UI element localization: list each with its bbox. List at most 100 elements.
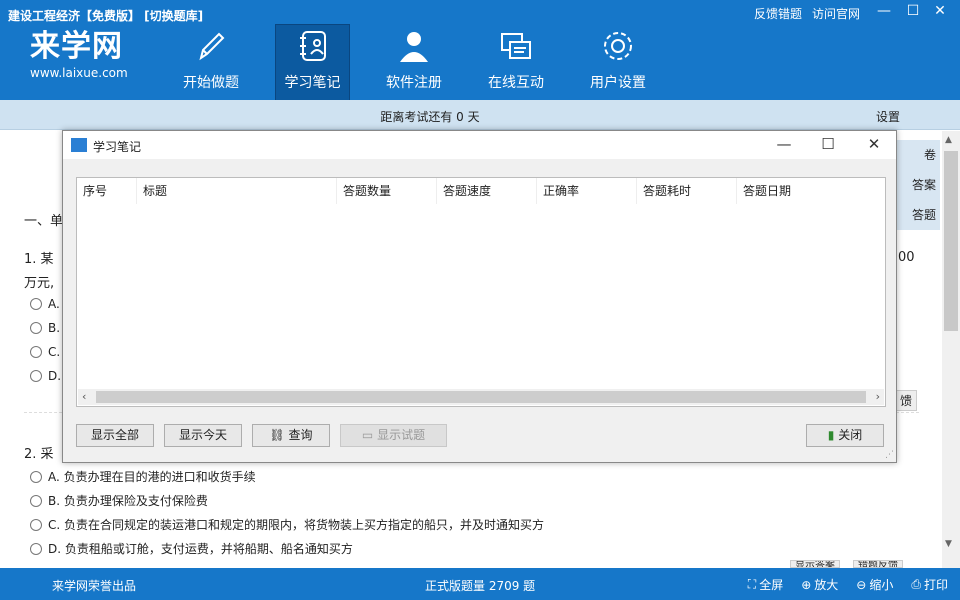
radio-icon[interactable] (30, 518, 42, 531)
horizontal-scrollbar[interactable]: ‹ › (78, 389, 884, 405)
chat-icon (501, 33, 531, 59)
user-icon (400, 32, 428, 62)
column-header-count[interactable]: 答题数量 (337, 178, 437, 204)
error-feedback-button[interactable]: 错题反馈 (853, 560, 903, 568)
question-1-option-d[interactable]: D. (30, 369, 61, 383)
question-2-option-a[interactable]: A. 负责办理在目的港的进口和收货手续 (30, 468, 256, 485)
app-header: 建设工程经济【免费版】 [切换题库] 反馈错题 访问官网 — ☐ ✕ 来学网 w… (0, 0, 960, 100)
document-icon: ▭ (361, 428, 374, 442)
vertical-scrollbar[interactable]: ▲ ▼ (942, 131, 960, 568)
column-header-time-spent[interactable]: 答题耗时 (637, 178, 737, 204)
fullscreen-icon: ⛶ (747, 577, 757, 591)
question-2-option-b[interactable]: B. 负责办理保险及支付保险费 (30, 492, 208, 509)
nav-label: 用户设置 (590, 75, 646, 91)
feedback-link[interactable]: 反馈错题 (754, 5, 802, 22)
close-dialog-button[interactable]: ▮ 关闭 (806, 424, 884, 447)
pencil-icon (199, 32, 225, 61)
question-1-option-b[interactable]: B. (30, 321, 60, 335)
question-count: 正式版题量 2709 题 (425, 579, 536, 593)
notes-app-icon (71, 138, 87, 152)
column-header-index[interactable]: 序号 (77, 178, 137, 204)
side-tab-answer[interactable]: 答案 (895, 170, 940, 200)
question-1-option-c[interactable]: C. (30, 345, 60, 359)
nav-label: 软件注册 (386, 75, 442, 91)
status-buttons: ⛶ 全屏 ⊕ 放大 ⊖ 缩小 ⎙ 打印 (748, 576, 948, 593)
show-today-button[interactable]: 显示今天 (164, 424, 242, 447)
nav-label: 开始做题 (183, 75, 239, 91)
zoom-in-icon: ⊕ (801, 577, 812, 592)
website-link[interactable]: 访问官网 (812, 5, 860, 22)
binoculars-icon: ⛓ (269, 428, 285, 442)
side-tab-paper[interactable]: 卷 (895, 140, 940, 170)
column-header-date[interactable]: 答题日期 (737, 178, 857, 204)
radio-icon[interactable] (30, 542, 42, 555)
scroll-down-icon[interactable]: ▼ (945, 539, 952, 549)
section-heading: 一、单 (24, 214, 64, 229)
zoom-in-button[interactable]: ⊕ 放大 (801, 576, 838, 593)
scroll-up-icon[interactable]: ▲ (945, 135, 952, 145)
question-1-option-a[interactable]: A. (30, 297, 60, 311)
radio-icon[interactable] (30, 494, 42, 507)
radio-icon[interactable] (30, 322, 42, 334)
close-button[interactable]: ✕ (930, 3, 950, 19)
settings-link[interactable]: 设置 (876, 108, 900, 125)
column-header-title[interactable]: 标题 (137, 178, 337, 204)
dialog-close-button[interactable]: ✕ (863, 135, 885, 153)
dialog-titlebar[interactable]: 学习笔记 — ☐ ✕ (63, 131, 896, 159)
question-1-stem-cont: 万元, (24, 276, 55, 291)
question-2-stem: 2. 采 (24, 447, 54, 462)
column-header-accuracy[interactable]: 正确率 (537, 178, 637, 204)
exam-countdown: 距离考试还有 0 天 (380, 110, 480, 124)
nav-label: 在线互动 (488, 75, 544, 91)
scroll-right-icon[interactable]: › (876, 390, 880, 403)
logo-sub: www.laixue.com (30, 66, 128, 80)
maximize-button[interactable]: ☐ (903, 3, 923, 19)
question-1-stem-right: 00 (898, 250, 915, 265)
brand-credit: 来学网荣誉出品 (52, 579, 137, 593)
side-tabs: 卷 答案 答题 (895, 140, 940, 230)
top-links: 反馈错题 访问官网 (754, 5, 860, 22)
logo-main: 来学网 (30, 29, 123, 64)
nav-user-settings[interactable]: 用户设置 (567, 24, 669, 100)
fullscreen-button[interactable]: ⛶ 全屏 (748, 576, 783, 593)
hscroll-thumb[interactable] (96, 391, 866, 403)
resize-grip-icon[interactable]: ⋰ (885, 450, 894, 460)
app-title[interactable]: 建设工程经济【免费版】 [切换题库] (8, 7, 203, 24)
question-2-option-c[interactable]: C. 负责在合同规定的装运港口和规定的期限内，将货物装上买方指定的船只，并及时通… (30, 516, 544, 533)
side-tab-answering[interactable]: 答题 (895, 200, 940, 230)
show-all-button[interactable]: 显示全部 (76, 424, 154, 447)
dialog-maximize-button[interactable]: ☐ (817, 135, 839, 153)
nav-label: 学习笔记 (284, 75, 341, 91)
radio-icon[interactable] (30, 298, 42, 310)
nav-online-interaction[interactable]: 在线互动 (465, 24, 567, 100)
show-answer-button[interactable]: 显示答案 (790, 560, 840, 568)
gear-icon (604, 32, 632, 60)
dialog-minimize-button[interactable]: — (773, 135, 795, 153)
zoom-out-icon: ⊖ (856, 577, 867, 592)
show-question-button: ▭ 显示试题 (340, 424, 447, 447)
print-button[interactable]: ⎙ 打印 (911, 576, 948, 593)
logo: 来学网 www.laixue.com (30, 29, 128, 81)
radio-icon[interactable] (30, 470, 42, 483)
study-notes-dialog: 学习笔记 — ☐ ✕ 序号 标题 答题数量 答题速度 正确率 答题耗时 答题日期… (62, 130, 897, 463)
exit-door-icon: ▮ (827, 428, 835, 442)
query-button[interactable]: ⛓ 查询 (252, 424, 330, 447)
nav-study-notes[interactable]: 学习笔记 (275, 24, 350, 100)
notebook-icon (299, 31, 326, 61)
column-header-speed[interactable]: 答题速度 (437, 178, 537, 204)
zoom-out-button[interactable]: ⊖ 缩小 (856, 576, 893, 593)
question-1-feedback-button[interactable]: 馈 (895, 390, 918, 411)
notes-table: 序号 标题 答题数量 答题速度 正确率 答题耗时 答题日期 ‹ › (76, 177, 886, 407)
scroll-thumb[interactable] (944, 151, 958, 331)
radio-icon[interactable] (30, 370, 42, 382)
scroll-left-icon[interactable]: ‹ (82, 390, 86, 403)
minimize-button[interactable]: — (874, 3, 894, 19)
print-icon: ⎙ (911, 577, 921, 591)
nav-register[interactable]: 软件注册 (363, 24, 465, 100)
radio-icon[interactable] (30, 346, 42, 358)
question-2-option-d[interactable]: D. 负责租船或订舱，支付运费，并将船期、船名通知买方 (30, 540, 353, 557)
nav-start-practice[interactable]: 开始做题 (160, 24, 262, 100)
status-bar: 来学网荣誉出品 正式版题量 2709 题 ⛶ 全屏 ⊕ 放大 ⊖ 缩小 ⎙ 打印 (0, 568, 960, 600)
dialog-title: 学习笔记 (93, 140, 142, 154)
question-1-stem: 1. 某 (24, 252, 54, 267)
